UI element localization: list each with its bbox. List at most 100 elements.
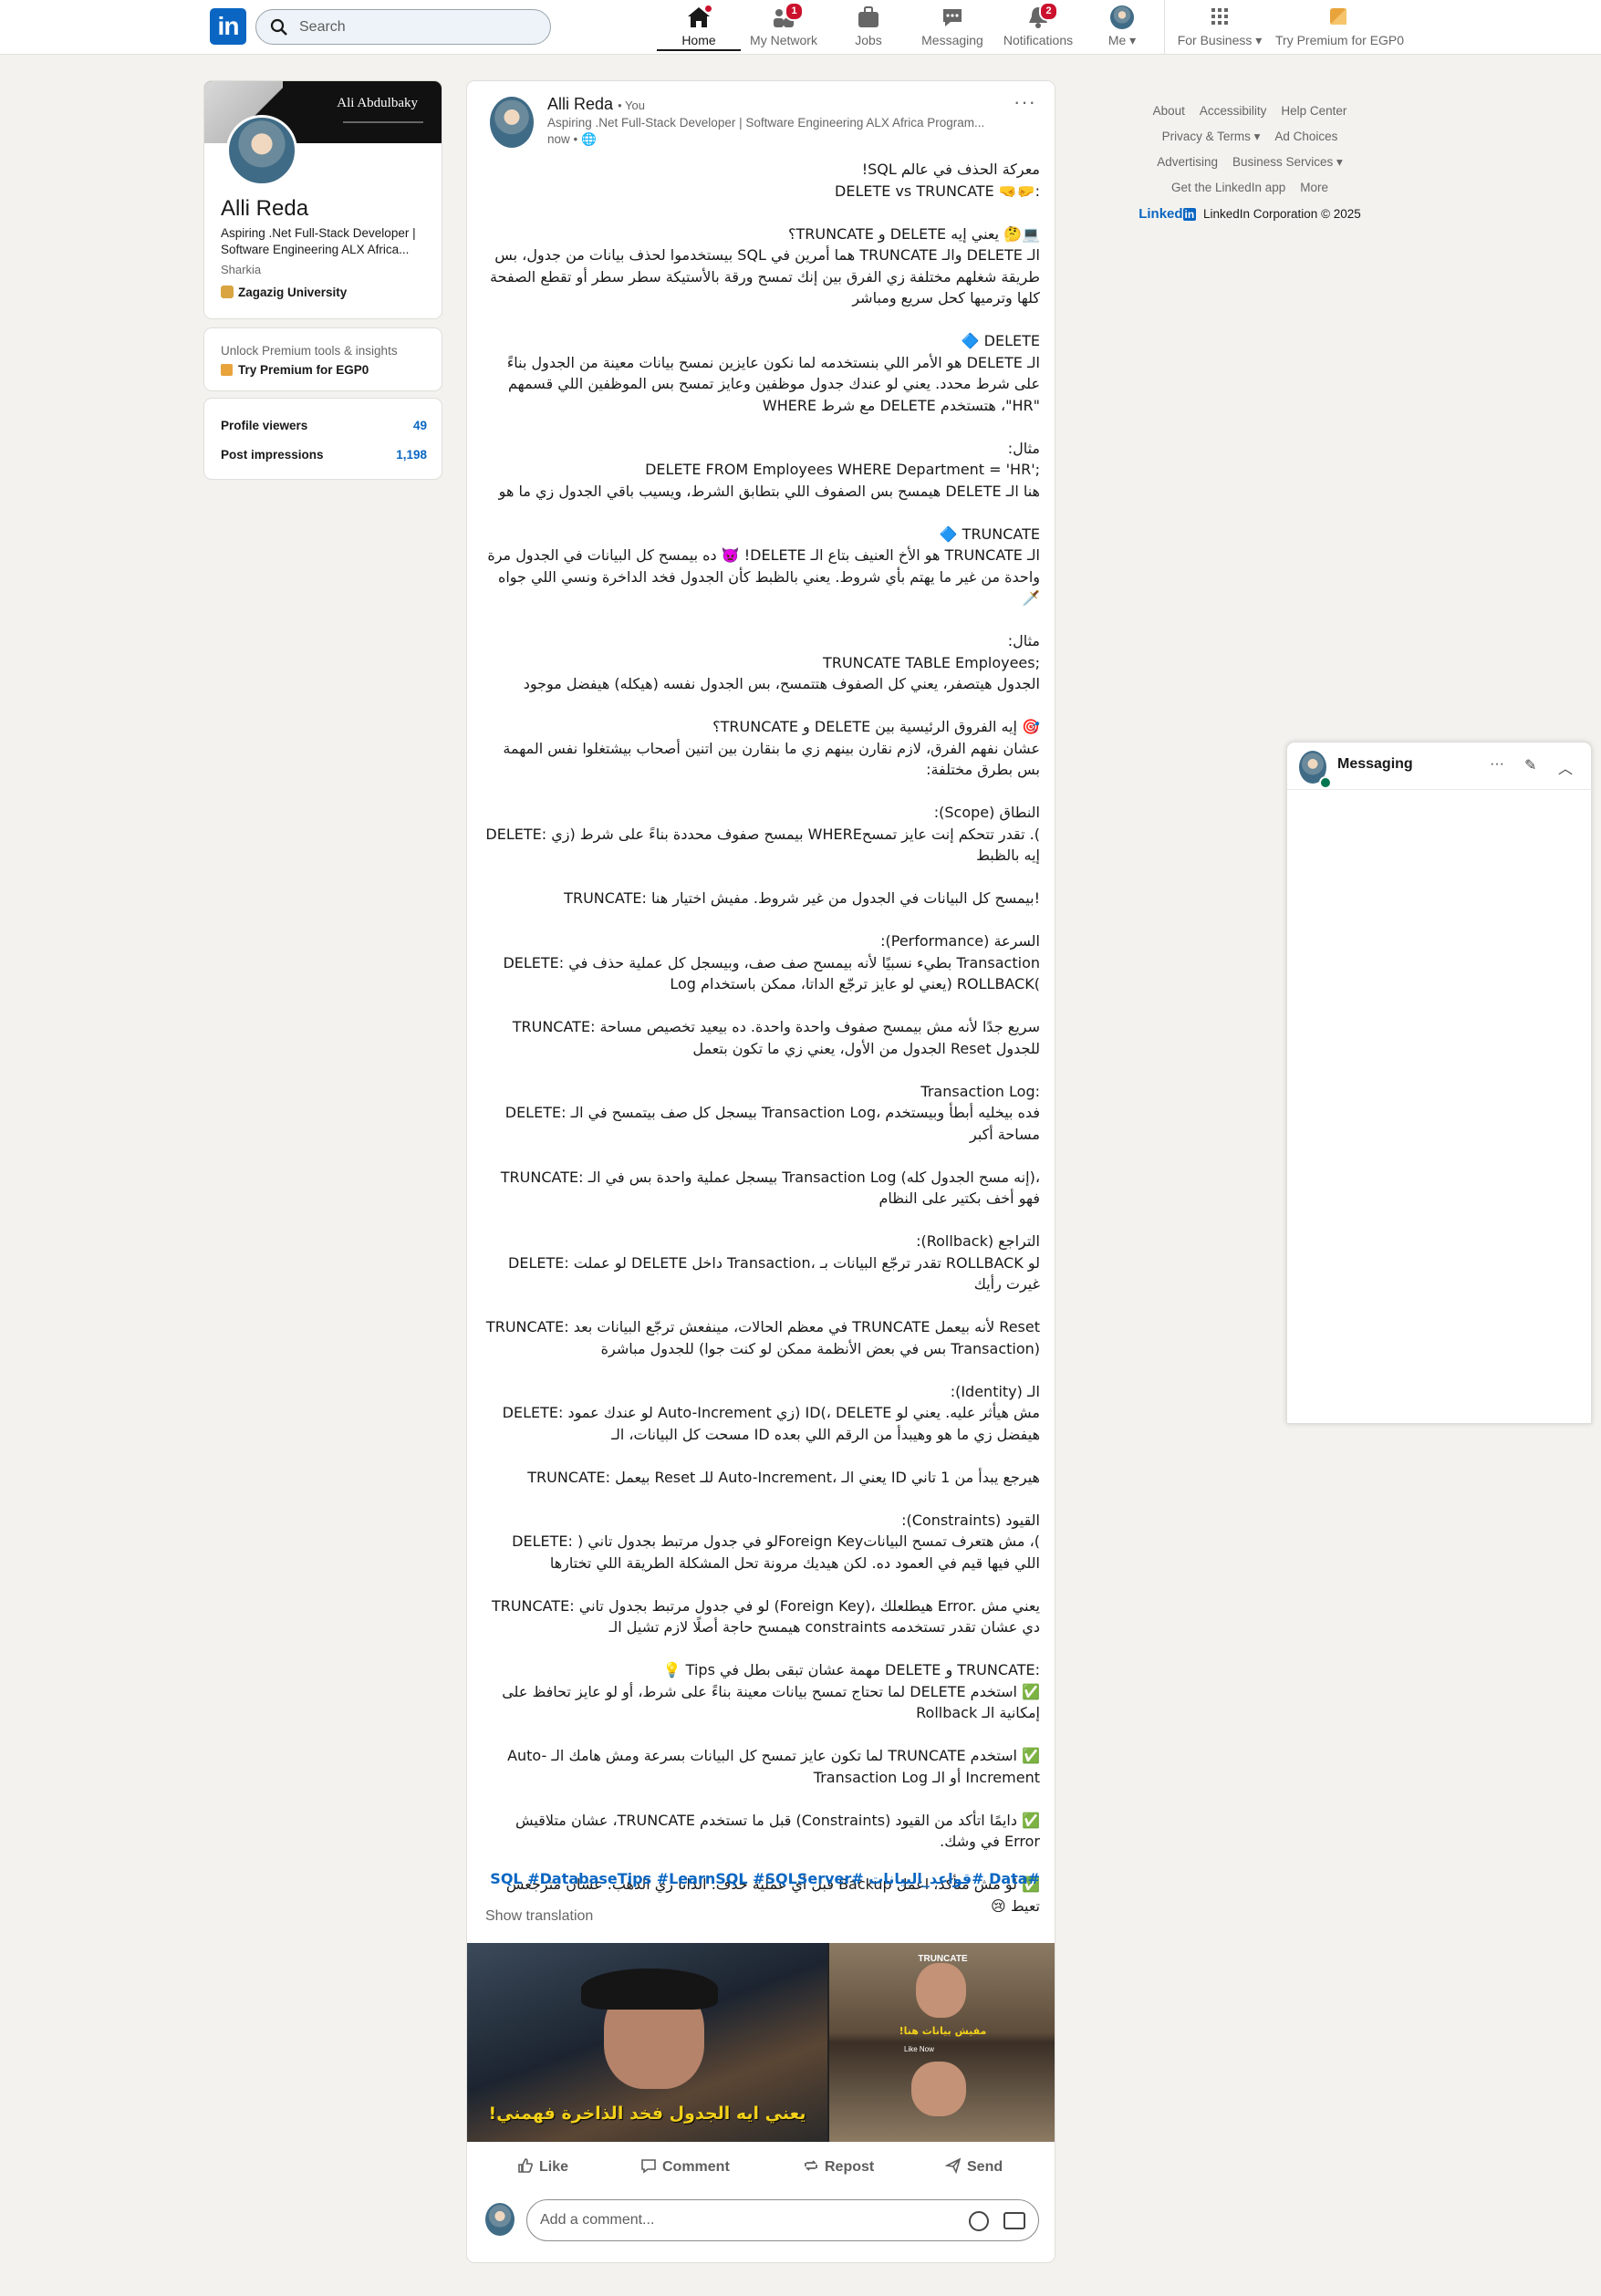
premium-card[interactable]: Unlock Premium tools & insights Try Prem…: [203, 327, 442, 391]
stat-profile-viewers[interactable]: Profile viewers 49: [221, 419, 427, 432]
image-icon[interactable]: [1003, 2212, 1025, 2229]
premium-icon: [1326, 5, 1351, 29]
footer-copyright: Linked in LinkedIn Corporation © 2025: [1113, 206, 1387, 222]
nav-messaging-label: Messaging: [921, 33, 983, 47]
meme-caption-right: مفيش بيانات هنا!: [899, 2025, 987, 2037]
comment-button[interactable]: Comment: [640, 2147, 730, 2187]
profile-card[interactable]: Ali Abdulbaky Alli Reda Aspiring .Net Fu…: [203, 80, 442, 319]
compose-icon[interactable]: ✎: [1524, 756, 1536, 774]
nav-jobs[interactable]: Jobs: [839, 4, 898, 51]
post-actions: Like Comment Repost Send: [467, 2147, 1055, 2187]
footer-link-business-services[interactable]: Business Services ▾: [1232, 155, 1343, 169]
author-line: Alli Reda • You: [547, 95, 645, 114]
profile-name[interactable]: Alli Reda: [221, 196, 308, 222]
more-options-icon[interactable]: ···: [1490, 756, 1504, 773]
footer-link-advertising[interactable]: Advertising: [1157, 155, 1218, 169]
premium-link[interactable]: Try Premium for EGP0: [221, 363, 369, 377]
stat-value: 1,198: [396, 448, 427, 462]
post-body: معركة الحذف في عالم SQL! DELETE vs TRUNC…: [485, 159, 1040, 1938]
emoji-icon[interactable]: [969, 2211, 989, 2231]
linkedin-wordmark-icon: Linked in: [1138, 206, 1200, 222]
network-badge: 1: [785, 2, 804, 21]
nav-messaging[interactable]: Messaging: [916, 4, 989, 51]
repost-button[interactable]: Repost: [803, 2147, 874, 2187]
brand-text: Linked: [1138, 206, 1183, 222]
linkedin-logo-icon[interactable]: in: [210, 8, 246, 45]
post-time: now • 🌐: [547, 132, 597, 147]
nav-home[interactable]: Home: [657, 4, 741, 51]
profile-education[interactable]: Zagazig University: [221, 286, 347, 299]
post-paragraph: التراجع (Rollback): DELETE: لو عملت DELE…: [508, 1232, 1040, 1293]
send-button[interactable]: Send: [945, 2147, 1003, 2187]
premium-link-label: Try Premium for EGP0: [238, 363, 369, 377]
author-you-label: • You: [618, 99, 645, 112]
university-icon: [221, 286, 234, 298]
caret-down-icon: ▾: [1255, 33, 1263, 47]
meme-face-top: [916, 1963, 966, 2018]
nav-try-premium[interactable]: Try Premium for EGP0: [1275, 4, 1404, 51]
author-headline: Aspiring .Net Full-Stack Developer | Sof…: [547, 116, 985, 130]
footer-links: About Accessibility Help Center Privacy & …: [1113, 99, 1387, 222]
post-paragraph: مثال: DELETE FROM Employees WHERE Depart…: [498, 439, 1040, 500]
me-avatar: [1110, 5, 1134, 29]
author-avatar[interactable]: [490, 97, 534, 148]
post-paragraph: TRUNCATE: في معظم الحالات، مينفعش ترجّع …: [485, 1318, 1040, 1357]
repost-icon: [805, 2160, 817, 2171]
comment-input[interactable]: Add a comment...: [526, 2199, 1039, 2241]
nav-notifications[interactable]: 2 Notifications: [1000, 2, 1076, 51]
thumbs-up-icon: [518, 2158, 533, 2173]
more-options-icon[interactable]: ···: [1014, 90, 1036, 114]
nav-my-network-label: My Network: [750, 33, 817, 47]
comment-icon: [641, 2159, 656, 2174]
search-input[interactable]: Search: [255, 9, 551, 45]
nav-for-business[interactable]: For Business ▾: [1175, 4, 1264, 51]
post-paragraph: ✅ استخدم TRUNCATE لما تكون عايز تمسح كل …: [507, 1747, 1040, 1786]
nav-my-network[interactable]: 1 My Network: [746, 2, 821, 51]
briefcase-icon: [856, 5, 881, 29]
profile-headline: Aspiring .Net Full-Stack Developer | Sof…: [221, 226, 416, 256]
stat-label: Profile viewers: [221, 419, 308, 432]
post-paragraph: Transaction Log: DELETE: بيسجل كل صف بيت…: [504, 1082, 1040, 1143]
chat-icon: [940, 5, 965, 29]
footer-link-about[interactable]: About: [1153, 104, 1185, 118]
footer-link-accessibility[interactable]: Accessibility: [1200, 104, 1267, 118]
messaging-title: Messaging: [1337, 756, 1413, 772]
profile-avatar[interactable]: [226, 115, 297, 186]
footer-link-more[interactable]: More: [1300, 181, 1328, 194]
premium-line-1: Unlock Premium tools & insights: [221, 344, 398, 358]
like-button[interactable]: Like: [517, 2147, 568, 2187]
nav-me[interactable]: Me ▾: [1100, 4, 1144, 51]
messaging-header[interactable]: Messaging ··· ✎ ︿: [1287, 743, 1593, 790]
post-hashtags[interactable]: #Data #قواعد_البيانات #SQL #DatabaseTips…: [485, 1870, 1040, 1887]
footer-link-ad-choices[interactable]: Ad Choices: [1274, 130, 1337, 143]
footer-link-privacy-terms[interactable]: Privacy & Terms ▾: [1162, 130, 1261, 143]
show-translation-link[interactable]: Show translation: [485, 1908, 593, 1925]
grid-apps-icon: [1207, 5, 1232, 29]
home-dot-badge: [703, 4, 713, 14]
footer-link-get-app[interactable]: Get the LinkedIn app: [1171, 181, 1285, 194]
bell-icon: 2: [1025, 2, 1058, 29]
nav-jobs-label: Jobs: [855, 33, 882, 47]
post-paragraph: TRUNCATE: بيمسح كل البيانات في الجدول من…: [564, 889, 1040, 907]
comment-label: Comment: [662, 2159, 730, 2175]
copyright-text: LinkedIn Corporation © 2025: [1202, 207, 1361, 221]
education-label: Zagazig University: [238, 286, 348, 299]
nav-home-label: Home: [681, 33, 716, 47]
post-paragraph: النطاق (Scope): DELETE: بيمسح صفوف محددة…: [485, 804, 1040, 864]
caret-down-icon: ▾: [1129, 33, 1137, 47]
cover-name: Ali Abdulbaky: [337, 96, 418, 110]
post-paragraph: 🔷 TRUNCATE الـ TRUNCATE هو الأخ العنيف ب…: [487, 525, 1040, 608]
nav-for-business-label: For Business: [1177, 33, 1253, 47]
brand-in: in: [1182, 208, 1197, 221]
post-image[interactable]: يعني ايه الجدول فخد الذاخرة فهمني! TRUNC…: [467, 1943, 1055, 2142]
commenter-avatar: [485, 2203, 515, 2236]
footer-row: Advertising Business Services ▾: [1113, 150, 1387, 175]
stat-post-impressions[interactable]: Post impressions 1,198: [221, 448, 427, 462]
send-label: Send: [967, 2159, 1003, 2175]
chevron-up-icon[interactable]: ︿: [1558, 756, 1573, 778]
author-name[interactable]: Alli Reda: [547, 95, 613, 113]
post-paragraph: 💻🤔 يعني إيه DELETE و TRUNCATE؟ الـ DELET…: [490, 224, 1040, 307]
footer-link-help-center[interactable]: Help Center: [1281, 104, 1346, 118]
post-paragraph: TRUNCATE: لو في جدول مرتبط بجدول تاني (F…: [491, 1596, 1040, 1636]
post-paragraph: ✅ دايمًا اتأكد من القيود (Constraints) ق…: [515, 1811, 1040, 1851]
